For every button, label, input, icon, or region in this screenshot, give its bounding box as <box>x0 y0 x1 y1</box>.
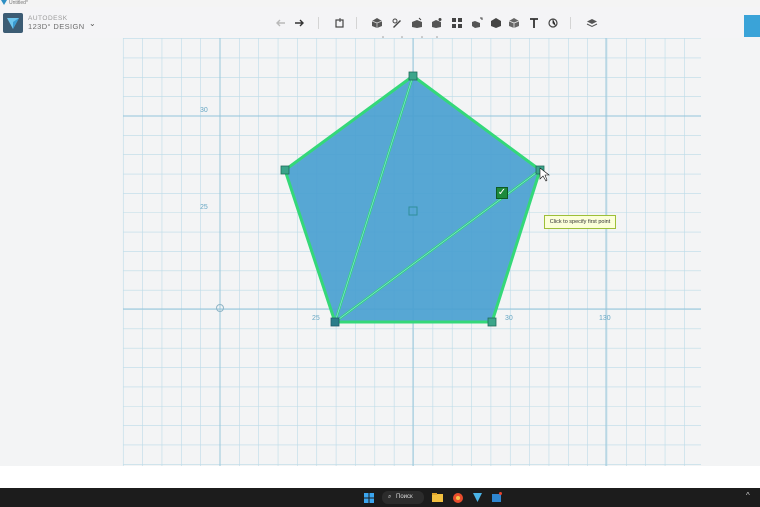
transform-icon <box>335 18 344 28</box>
measure-button[interactable] <box>507 16 521 30</box>
app-logo-icon <box>1 0 7 5</box>
snap-button[interactable] <box>546 16 560 30</box>
sketch-button[interactable] <box>390 16 404 30</box>
vertex-handle[interactable] <box>330 317 340 327</box>
construct-icon <box>412 17 422 28</box>
file-explorer-icon <box>432 492 443 502</box>
primitives-icon <box>371 18 383 28</box>
pentagon-sketch[interactable] <box>0 38 760 466</box>
taskbar-search[interactable]: ⌕ Поиск <box>382 491 424 504</box>
pattern-button[interactable] <box>450 16 464 30</box>
chevron-down-icon[interactable]: ⌄ <box>89 19 96 28</box>
grid-label: 130 <box>599 315 611 322</box>
sketch-icon <box>392 18 401 28</box>
app-menu[interactable]: AUTODESK 123D° DESIGN ⌄ <box>3 13 98 33</box>
group-icon <box>472 17 483 28</box>
undo-icon <box>276 19 285 27</box>
brand-line1: AUTODESK <box>28 15 68 22</box>
store-button[interactable] <box>490 491 503 504</box>
vertex-handle[interactable] <box>487 317 497 327</box>
browser-icon <box>452 492 463 503</box>
snap-icon <box>548 18 558 28</box>
brand-line2: 123D° DESIGN <box>28 22 85 31</box>
modify-icon <box>432 18 442 28</box>
search-label: Поиск <box>396 494 413 500</box>
account-button[interactable] <box>744 15 760 37</box>
mouse-cursor-icon <box>539 167 550 182</box>
material-icon <box>586 19 598 28</box>
hint-tooltip: Click to specify first point <box>544 215 616 229</box>
grid-label: 30 <box>505 315 513 322</box>
tray-chevron-up-icon[interactable]: ^ <box>746 491 750 500</box>
confirm-check-button[interactable]: ✓ <box>496 187 508 199</box>
browser-button[interactable] <box>451 491 464 504</box>
search-icon: ⌕ <box>388 494 392 500</box>
text-icon <box>530 18 538 28</box>
app-123d-icon <box>473 493 482 502</box>
material-button[interactable] <box>585 16 599 30</box>
modify-button[interactable] <box>430 16 444 30</box>
origin-marker <box>216 304 224 312</box>
text-button[interactable] <box>527 16 541 30</box>
window-bottom-gap <box>0 466 760 488</box>
main-toolbar: AUTODESK 123D° DESIGN ⌄ <box>0 7 760 39</box>
primitives-button[interactable] <box>370 16 384 30</box>
group-button[interactable] <box>470 16 484 30</box>
windows-start-icon <box>363 492 374 503</box>
os-taskbar: ⌕ Поиск ^ <box>0 488 760 507</box>
measure-icon <box>508 18 520 28</box>
window-titlebar: Untitled* <box>0 0 760 7</box>
redo-icon <box>295 19 304 27</box>
vertex-handle[interactable] <box>280 165 290 175</box>
undo-button[interactable] <box>274 16 288 30</box>
transform-button[interactable] <box>333 16 347 30</box>
combine-button[interactable] <box>489 16 503 30</box>
store-icon <box>492 492 502 502</box>
redo-button[interactable] <box>292 16 306 30</box>
window-title: Untitled* <box>9 0 28 6</box>
windows-start-button[interactable] <box>362 491 375 504</box>
grid-label: 30 <box>200 107 208 114</box>
app-123d-button[interactable] <box>471 491 484 504</box>
grid-label: 25 <box>200 204 208 211</box>
vertex-handle[interactable] <box>408 71 418 81</box>
combine-icon <box>491 18 501 28</box>
construct-button[interactable] <box>410 16 424 30</box>
file-explorer-button[interactable] <box>431 491 444 504</box>
autodesk-logo-icon <box>3 13 23 33</box>
pattern-icon <box>452 18 462 28</box>
grid-label: 25 <box>312 315 320 322</box>
design-canvas[interactable]: 30 25 25 30 130 ✓ Click to specify first… <box>0 38 760 466</box>
